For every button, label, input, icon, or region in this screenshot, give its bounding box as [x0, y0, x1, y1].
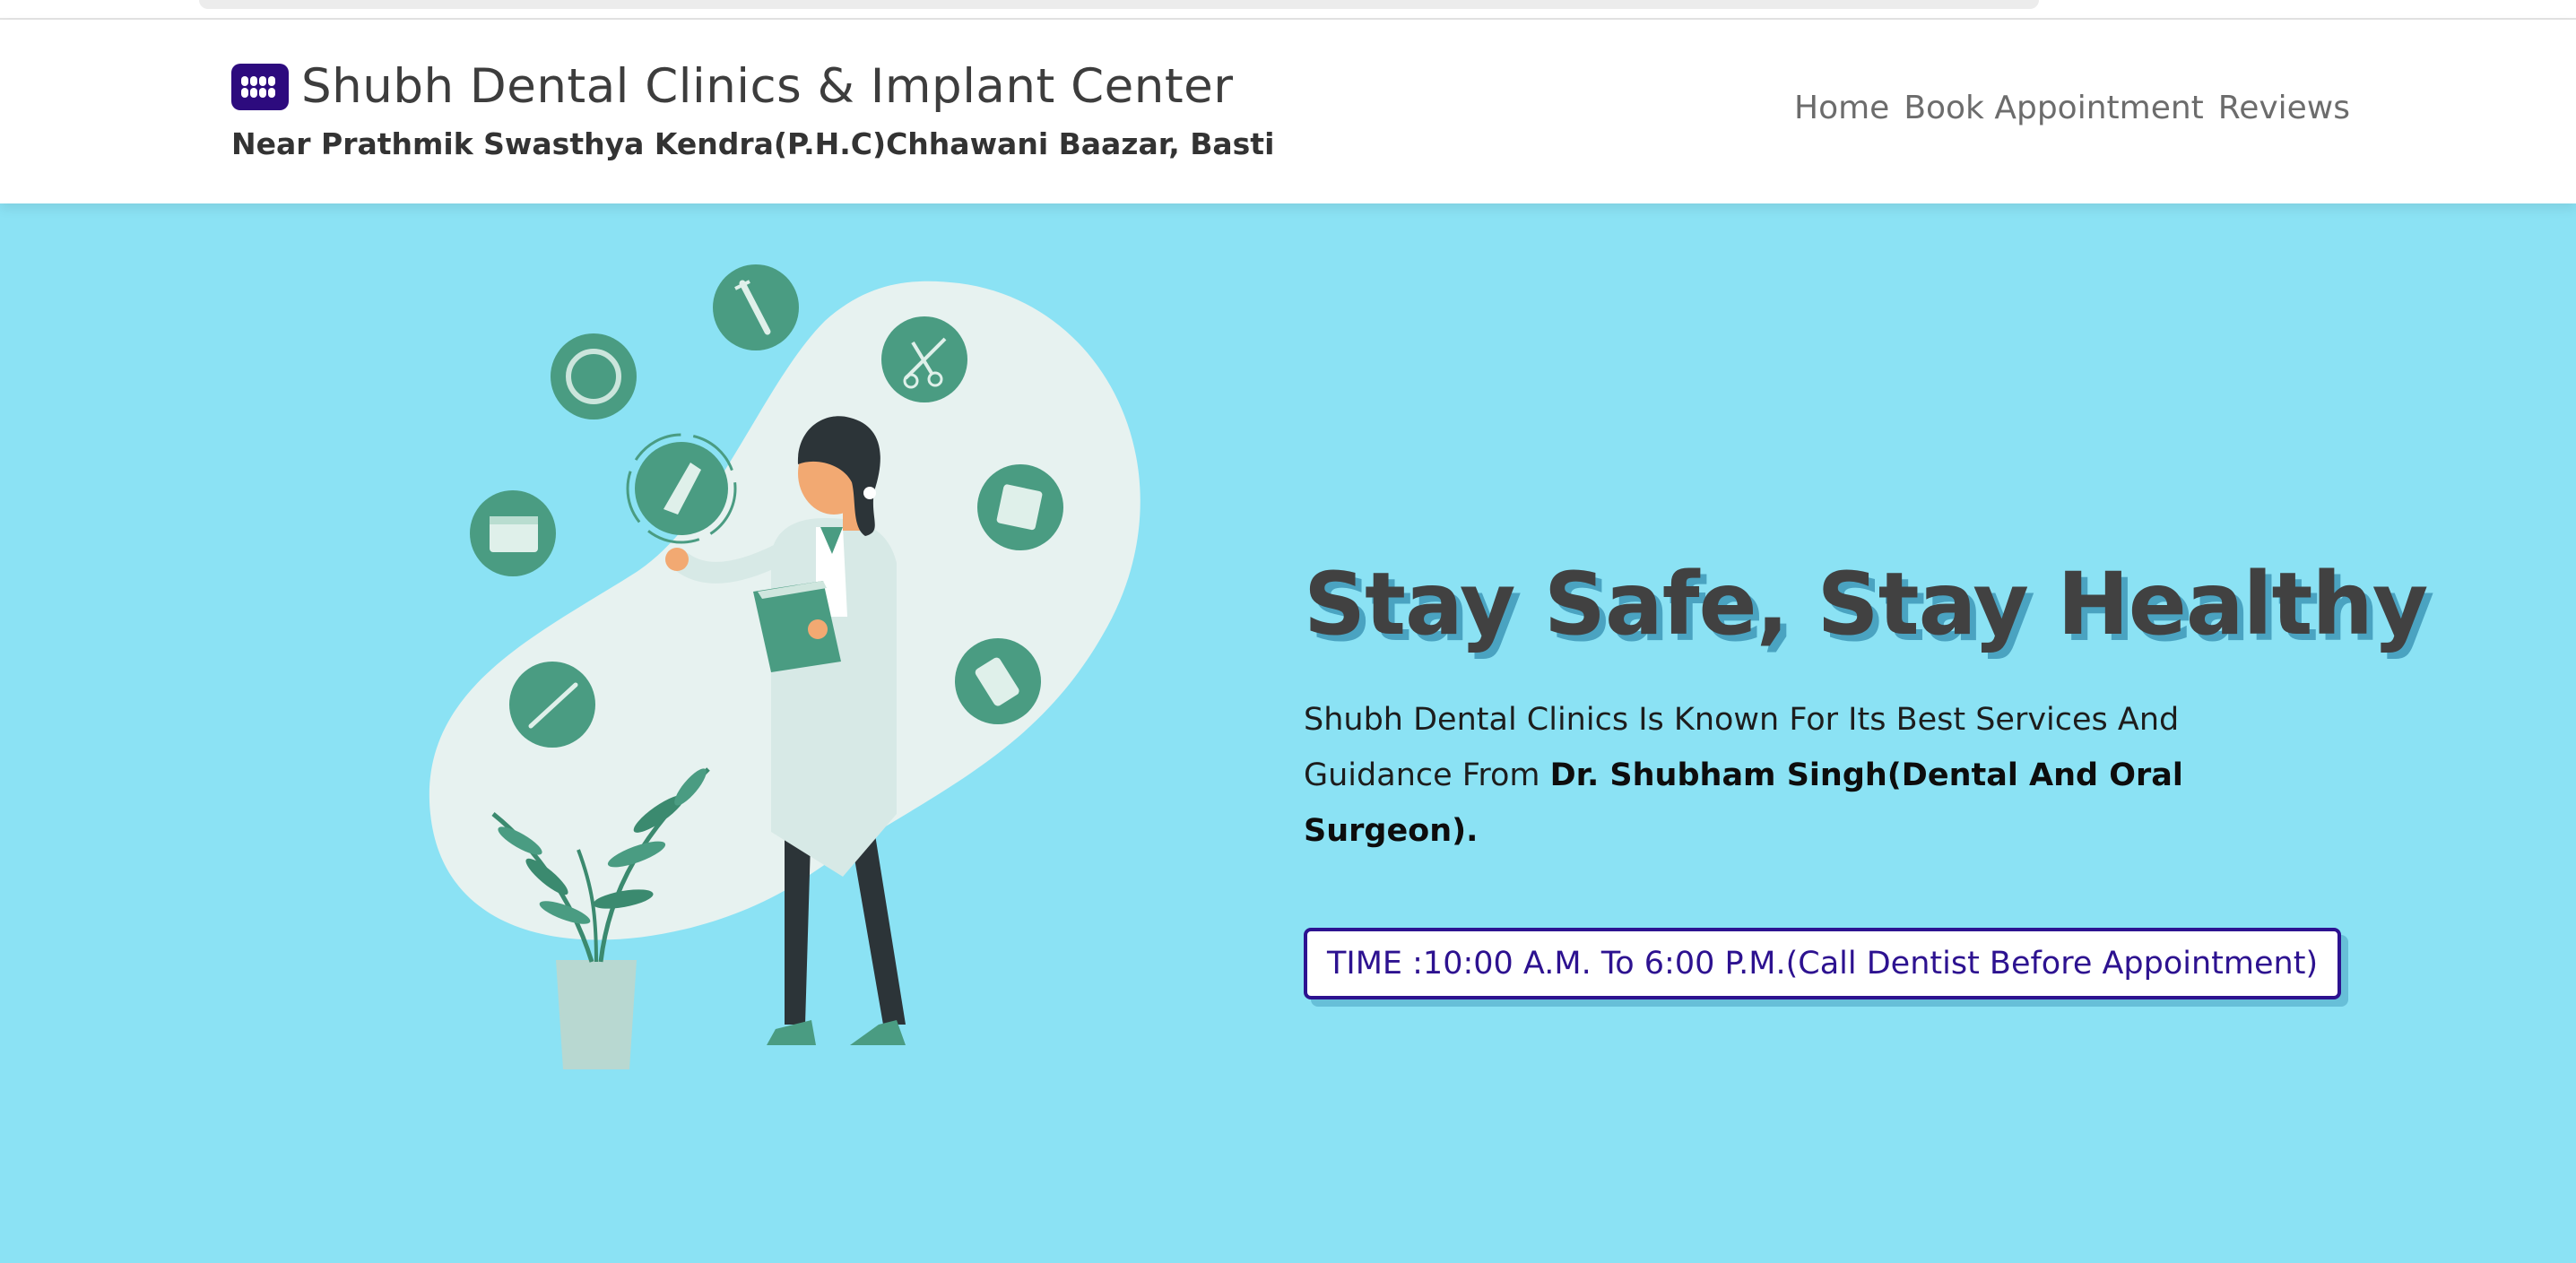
pills-bubble-icon — [955, 638, 1041, 724]
clinic-address: Near Prathmik Swasthya Kendra(P.H.C)Chha… — [231, 126, 1275, 161]
nav-reviews-link[interactable]: Reviews — [2218, 90, 2350, 126]
teeth-icon[interactable] — [231, 63, 289, 110]
main-nav: Home Book Appointment Reviews — [1794, 90, 2350, 126]
hero-text: Stay Safe, Stay Healthy Shubh Dental Cli… — [1304, 554, 2428, 999]
scissors-bubble-icon — [881, 316, 967, 402]
calendar-bubble-icon — [470, 490, 556, 576]
brand: Shubh Dental Clinics & Implant Center Ne… — [231, 59, 1274, 161]
scroll-bar-remnant — [199, 0, 2039, 9]
nav-book-appointment-link[interactable]: Book Appointment — [1904, 90, 2203, 126]
browser-top-strip — [0, 0, 2576, 20]
clinic-timing: TIME :10:00 A.M. To 6:00 P.M.(Call Denti… — [1304, 928, 2342, 999]
nav-home-link[interactable]: Home — [1794, 90, 1889, 126]
doctor-illustration — [421, 258, 1175, 1092]
hero-description: Shubh Dental Clinics Is Known For Its Be… — [1304, 692, 2308, 859]
gauze-bubble-icon — [977, 464, 1063, 550]
syringe-bubble-icon — [713, 264, 799, 350]
site-header: Shubh Dental Clinics & Implant Center Ne… — [0, 20, 2576, 203]
tooth-tool-bubble-icon — [626, 433, 737, 544]
brand-title[interactable]: Shubh Dental Clinics & Implant Center — [301, 59, 1234, 114]
probe-bubble-icon — [509, 662, 595, 748]
hero-headline: Stay Safe, Stay Healthy — [1304, 554, 2428, 654]
brand-row: Shubh Dental Clinics & Implant Center — [231, 59, 1274, 114]
ring-bubble-icon — [551, 333, 637, 420]
